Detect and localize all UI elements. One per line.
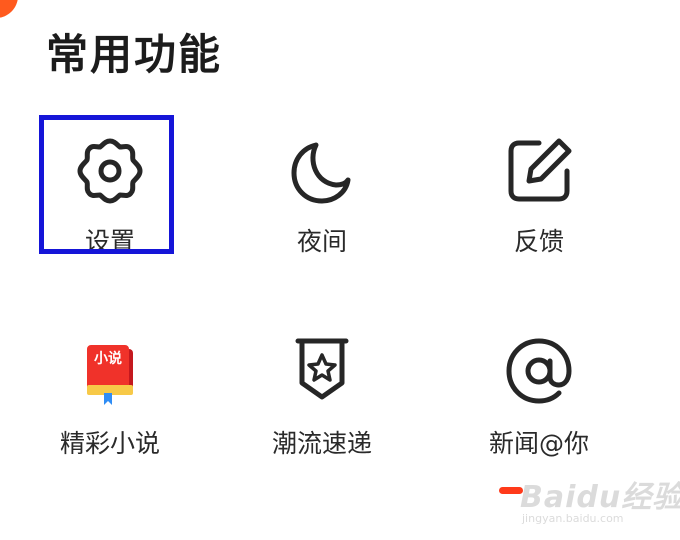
news-mention-label: 新闻@你 (488, 429, 589, 458)
selection-highlight-box (39, 115, 174, 254)
edit-icon (503, 135, 575, 207)
novel-item[interactable]: 小说 精彩小说 (10, 335, 210, 485)
watermark-url: jingyan.baidu.com (522, 512, 624, 525)
novel-label: 精彩小说 (59, 429, 160, 458)
baidu-watermark: Baidu经验 jingyan.baidu.com (520, 470, 680, 534)
night-mode-item[interactable]: 夜间 (222, 135, 422, 285)
trending-item[interactable]: 潮流速递 (222, 335, 422, 485)
trending-label: 潮流速递 (271, 429, 372, 458)
moon-icon (286, 135, 358, 207)
watermark-main: Baidu经验 (520, 480, 680, 515)
news-mention-item[interactable]: 新闻@你 (439, 335, 639, 485)
at-sign-icon (503, 335, 575, 407)
corner-accent (0, 0, 18, 18)
novel-book-icon: 小说 (74, 335, 146, 407)
feedback-item[interactable]: 反馈 (439, 135, 639, 285)
common-functions-panel: 常用功能 设置 夜间 反馈 小说 精彩小说 潮流速递 新闻@你 Baidu经验 … (0, 0, 680, 540)
section-title: 常用功能 (46, 30, 223, 79)
novel-icon-text: 小说 (94, 350, 122, 367)
star-badge-icon (286, 335, 358, 407)
feedback-label: 反馈 (513, 227, 564, 256)
night-mode-label: 夜间 (296, 227, 347, 256)
